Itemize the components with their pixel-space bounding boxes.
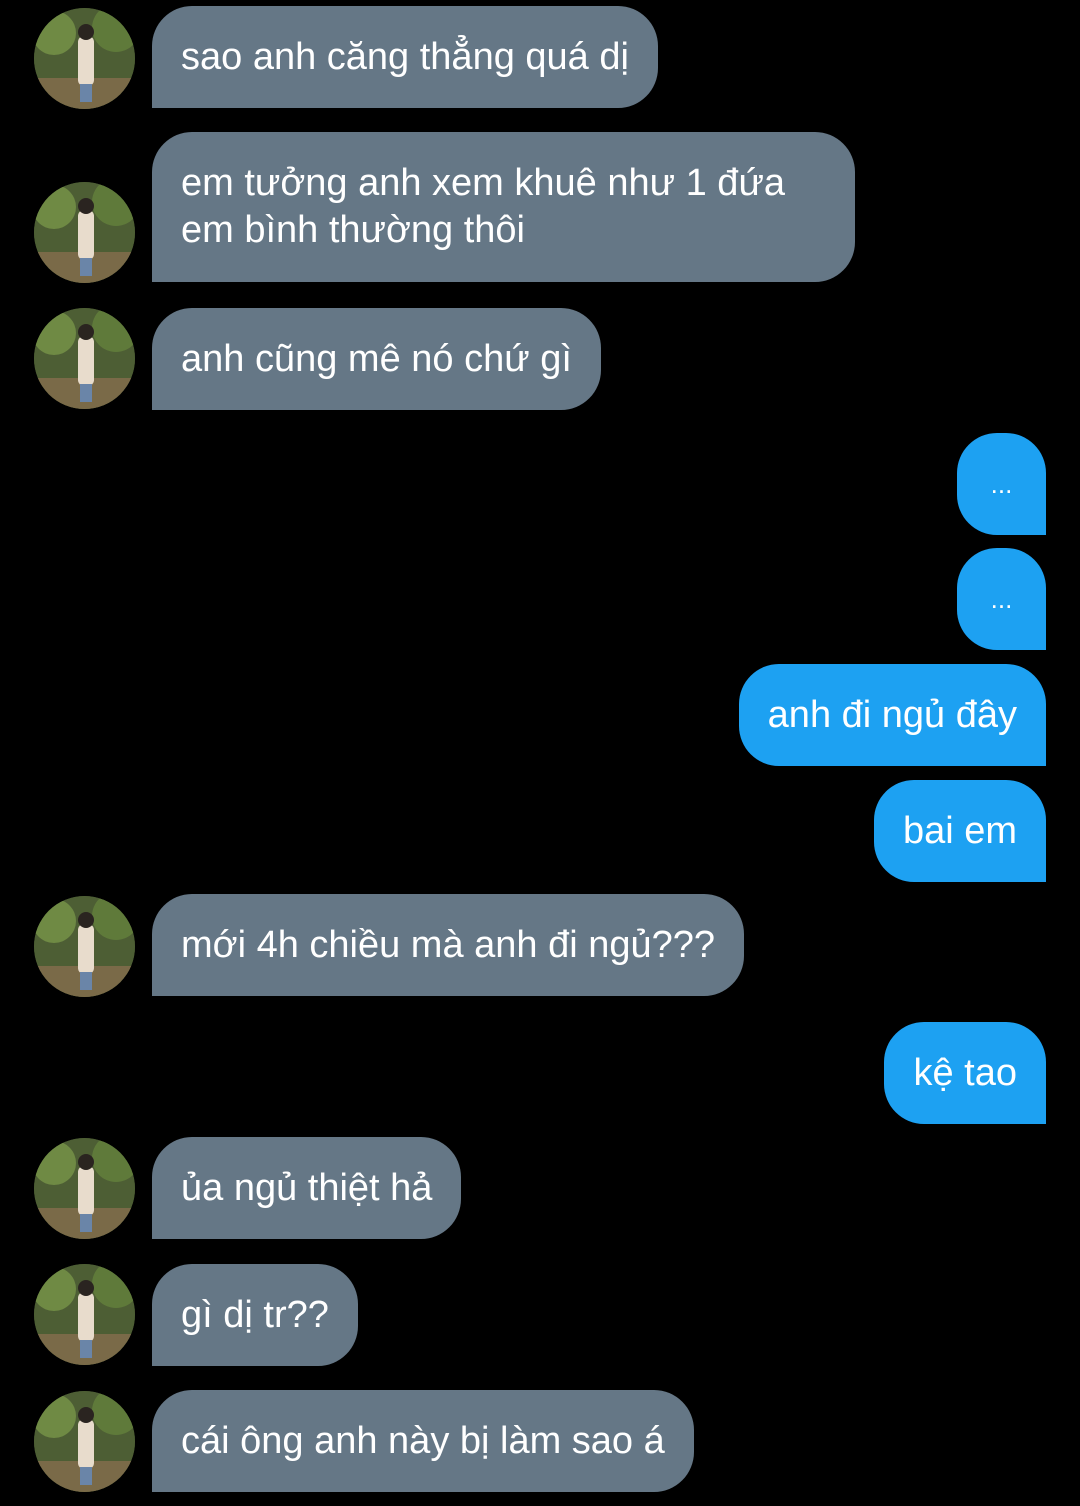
outgoing-message[interactable]: kệ tao	[884, 1022, 1046, 1124]
incoming-message[interactable]: cái ông anh này bị làm sao á	[152, 1390, 694, 1492]
message-text: ủa ngủ thiệt hả	[181, 1166, 433, 1209]
incoming-message[interactable]: ủa ngủ thiệt hả	[152, 1137, 462, 1239]
message-text: ...	[990, 468, 1013, 499]
avatar-photo-icon	[34, 1138, 135, 1239]
incoming-message[interactable]: gì dị tr??	[152, 1264, 358, 1366]
message-text-line: em tưởng anh xem khuê như 1 đứa	[181, 162, 786, 204]
avatar-photo-icon	[34, 182, 135, 283]
contact-avatar[interactable]	[34, 182, 135, 283]
contact-avatar[interactable]	[34, 896, 135, 997]
incoming-message[interactable]: sao anh căng thẳng quá dị	[152, 6, 658, 108]
message-text: anh đi ngủ đây	[767, 693, 1017, 736]
avatar-photo-icon	[34, 308, 135, 409]
chat-thread: sao anh căng thẳng quá dị em tưởng anh x…	[0, 0, 1080, 1506]
message-text-line: em bình thường thôi	[181, 209, 526, 251]
avatar-photo-icon	[34, 8, 135, 109]
message-text: cái ông anh này bị làm sao á	[181, 1419, 665, 1462]
incoming-message[interactable]: anh cũng mê nó chứ gì	[152, 308, 601, 410]
message-text: bai em	[902, 809, 1017, 852]
message-text: ...	[990, 583, 1013, 614]
incoming-message[interactable]: mới 4h chiều mà anh đi ngủ???	[152, 894, 745, 996]
message-text: anh cũng mê nó chứ gì	[181, 337, 572, 380]
contact-avatar[interactable]	[34, 1138, 135, 1239]
contact-avatar[interactable]	[34, 1391, 135, 1492]
message-text: gì dị tr??	[181, 1293, 329, 1336]
outgoing-message[interactable]: bai em	[873, 780, 1046, 882]
outgoing-message[interactable]: ...	[957, 548, 1046, 650]
contact-avatar[interactable]	[34, 8, 135, 109]
outgoing-message[interactable]: anh đi ngủ đây	[738, 664, 1046, 766]
message-text: sao anh căng thẳng quá dị	[181, 35, 629, 78]
contact-avatar[interactable]	[34, 308, 135, 409]
message-text: kệ tao	[913, 1051, 1017, 1094]
message-text: mới 4h chiều mà anh đi ngủ???	[181, 923, 716, 966]
incoming-message[interactable]: em tưởng anh xem khuê như 1 đứa em bình …	[152, 132, 855, 282]
outgoing-message[interactable]: ...	[957, 433, 1046, 535]
contact-avatar[interactable]	[34, 1264, 135, 1365]
avatar-photo-icon	[34, 896, 135, 997]
avatar-photo-icon	[34, 1391, 135, 1492]
avatar-photo-icon	[34, 1264, 135, 1365]
